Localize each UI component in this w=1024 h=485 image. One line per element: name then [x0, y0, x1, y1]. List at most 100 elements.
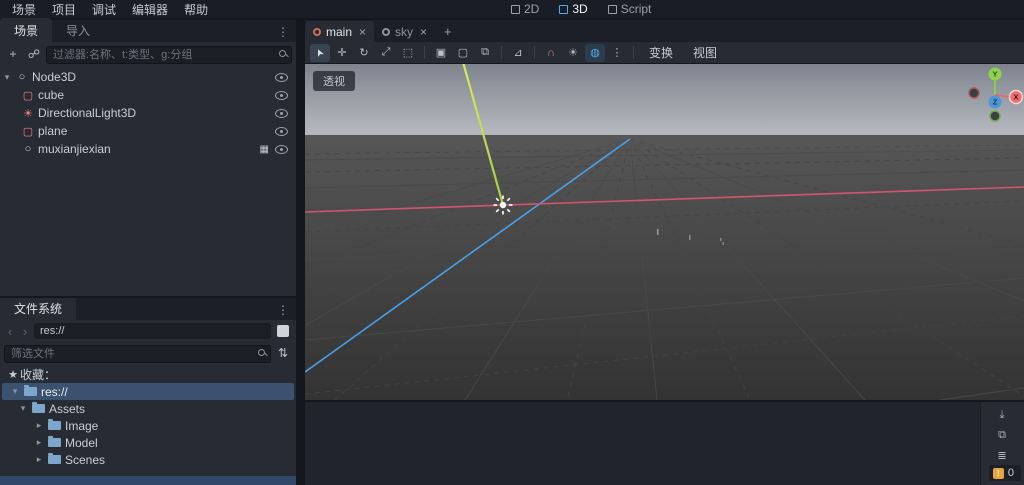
toolbar-separator — [633, 46, 634, 59]
search-icon — [258, 348, 265, 356]
node-label: cube — [38, 88, 65, 102]
2d-icon — [511, 4, 520, 14]
scene-dock-menu-icon[interactable]: ⋮ — [270, 25, 296, 42]
folder-image[interactable]: ▸ Image — [0, 417, 296, 434]
visibility-eye-icon[interactable] — [275, 90, 288, 100]
scale-tool[interactable]: ⤢ — [376, 44, 396, 62]
environment-button[interactable]: ◍ — [585, 43, 605, 62]
tab-scene[interactable]: 场景 — [0, 18, 53, 42]
close-icon[interactable]: × — [420, 25, 427, 39]
workspace-2d-label: 2D — [524, 2, 540, 16]
visibility-eye-icon[interactable] — [275, 126, 288, 136]
chevron-right-icon[interactable]: ▸ — [32, 454, 46, 465]
visibility-eye-icon[interactable] — [275, 144, 288, 154]
scene-tab-bar: main × sky × + — [305, 20, 1024, 42]
back-icon[interactable]: ‹ — [4, 324, 16, 339]
workspace-script-label: Script — [620, 2, 652, 16]
filesystem-filter-input[interactable] — [4, 344, 271, 363]
tree-row-muxianjiexian[interactable]: ○ muxianjiexian ▦ — [0, 140, 296, 158]
workspace-2d[interactable]: 2D — [502, 0, 548, 18]
folder-assets[interactable]: ▾ Assets — [0, 400, 296, 417]
perspective-button[interactable]: 透视 — [313, 71, 355, 91]
favorite-res-root[interactable]: ▾ res:// — [2, 383, 294, 400]
copy-button[interactable]: ⧉ — [993, 428, 1011, 443]
workspace-switcher: 2D 3D Script — [502, 0, 660, 18]
add-node-button[interactable]: + — [4, 45, 22, 63]
select-tool[interactable]: ➤ — [310, 43, 330, 62]
folder-scenes[interactable]: ▸ Scenes — [0, 451, 296, 468]
new-scene-tab-button[interactable]: + — [435, 21, 461, 42]
group-button[interactable]: ⧉ — [475, 44, 495, 62]
search-icon — [279, 49, 286, 57]
sky — [305, 64, 1024, 135]
filesystem-filter — [4, 344, 271, 363]
box-select-tool[interactable]: ⬚ — [398, 44, 418, 62]
toggle-split-icon[interactable] — [277, 325, 289, 337]
folder-icon — [24, 385, 37, 396]
axis-negative-y[interactable] — [989, 110, 1001, 122]
tree-row-directionallight3d[interactable]: ☀ DirectionalLight3D — [0, 104, 296, 122]
transform-menu[interactable]: 变换 — [640, 44, 682, 61]
visibility-eye-icon[interactable] — [275, 108, 288, 118]
scene-toolbar: + ☍ — [0, 42, 296, 66]
script-icon — [607, 4, 617, 14]
instantiate-scene-button[interactable]: ☍ — [25, 45, 43, 63]
film-icon[interactable]: ▦ — [260, 144, 269, 155]
mesh-icon: ▢ — [22, 89, 34, 102]
menu-debug[interactable]: 调试 — [84, 0, 124, 19]
wrap-lines-button[interactable]: ≣ — [993, 448, 1011, 463]
filesystem-dock-menu-icon[interactable]: ⋮ — [270, 303, 296, 320]
workspace-3d-label: 3D — [572, 2, 588, 16]
folder-model[interactable]: ▸ Model — [0, 434, 296, 451]
rotate-tool[interactable]: ↻ — [354, 44, 374, 62]
lock-button[interactable]: ▣ — [431, 44, 451, 62]
partially-visible-selected-row[interactable] — [0, 476, 296, 485]
forward-icon[interactable]: › — [19, 324, 31, 339]
bottom-panel-side-toolbar: ⤓ ⧉ ≣ ! 0 — [980, 402, 1024, 485]
sun-button[interactable]: ☀ — [563, 44, 583, 62]
favorites-label: 收藏： — [20, 368, 57, 382]
bottom-panel: ⤓ ⧉ ≣ ! 0 — [305, 402, 1024, 485]
path-bar[interactable]: res:// — [34, 323, 271, 339]
axis-negative-x[interactable] — [968, 87, 980, 99]
menu-scene[interactable]: 场景 — [4, 0, 44, 19]
error-count-badge[interactable]: ! 0 — [988, 465, 1021, 481]
view-menu[interactable]: 视图 — [684, 44, 726, 61]
chevron-down-icon[interactable]: ▾ — [16, 403, 30, 414]
tree-row-node3d[interactable]: ▾ ○ Node3D — [0, 68, 296, 86]
close-icon[interactable]: × — [359, 25, 366, 39]
viewport-3d-canvas[interactable]: Z Y X — [305, 64, 1024, 400]
chevron-down-icon[interactable]: ▾ — [0, 72, 14, 83]
more-options-button[interactable]: ⋮ — [607, 44, 627, 62]
toolbar-separator — [501, 46, 502, 59]
chevron-right-icon[interactable]: ▸ — [32, 420, 46, 431]
folder-icon — [48, 453, 61, 464]
tree-row-cube[interactable]: ▢ cube — [0, 86, 296, 104]
workspace-script[interactable]: Script — [599, 0, 661, 18]
scroll-bottom-button[interactable]: ⤓ — [993, 408, 1011, 423]
filesystem-filter-row: ⇅ — [0, 342, 296, 364]
node-label: muxianjiexian — [38, 142, 111, 156]
chevron-down-icon[interactable]: ▾ — [8, 386, 22, 397]
scene-tab-main[interactable]: main × — [305, 21, 375, 42]
scene-tab-label: main — [326, 25, 353, 39]
scene-tab-sky[interactable]: sky × — [374, 21, 435, 42]
ground — [305, 135, 1024, 400]
menu-project[interactable]: 项目 — [44, 0, 84, 19]
tab-import[interactable]: 导入 — [52, 18, 104, 42]
move-tool[interactable]: ✛ — [332, 44, 352, 62]
menu-help[interactable]: 帮助 — [176, 0, 216, 19]
tab-filesystem[interactable]: 文件系统 — [0, 298, 77, 320]
snap-button[interactable]: ∩ — [541, 44, 561, 62]
tree-row-plane[interactable]: ▢ plane — [0, 122, 296, 140]
directional-light-gizmo[interactable] — [493, 195, 513, 215]
ruler-button[interactable]: ⊿ — [508, 44, 528, 62]
chevron-right-icon[interactable]: ▸ — [32, 437, 46, 448]
workspace-3d[interactable]: 3D — [550, 0, 596, 18]
scene-filter-input[interactable] — [46, 45, 292, 64]
sort-button[interactable]: ⇅ — [274, 344, 292, 362]
node-label: plane — [38, 124, 68, 138]
unlock-button[interactable]: ▢ — [453, 44, 473, 62]
visibility-eye-icon[interactable] — [275, 72, 288, 82]
menu-editor[interactable]: 编辑器 — [124, 0, 176, 19]
